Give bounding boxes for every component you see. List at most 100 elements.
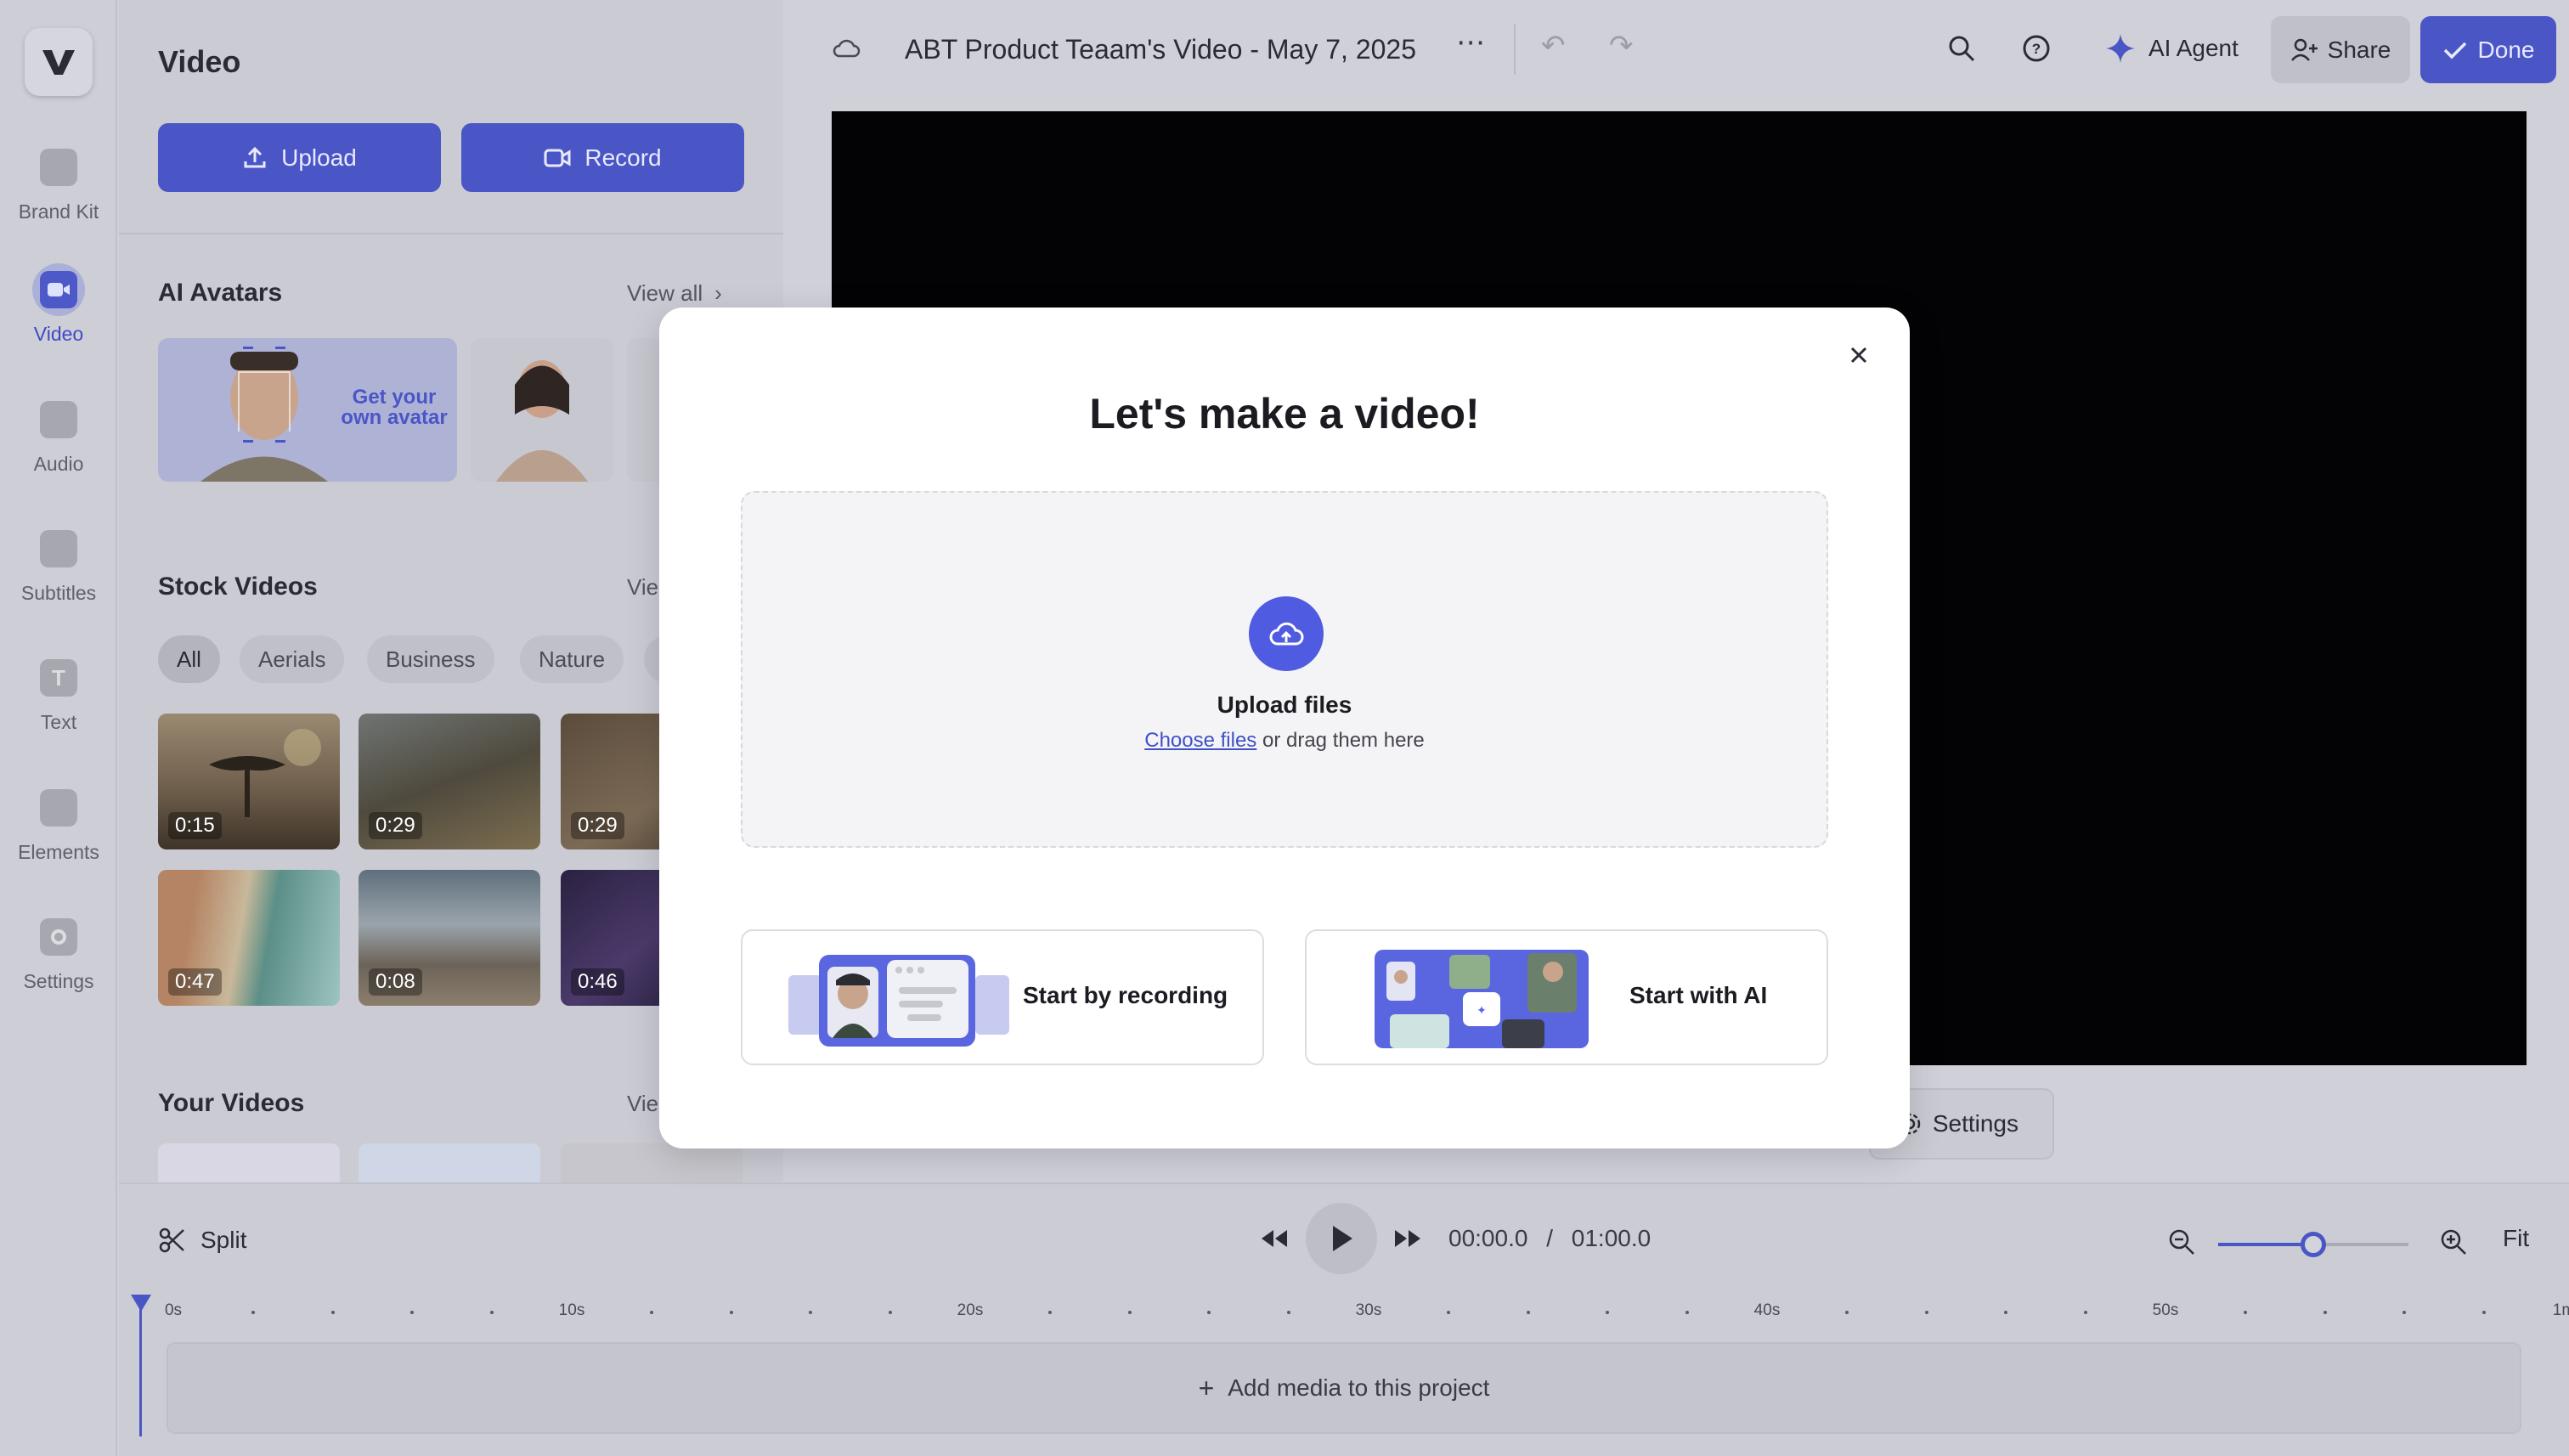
- ruler-tick-label: 50s: [2152, 1301, 2179, 1319]
- video-icon: [40, 271, 77, 308]
- add-user-icon: [2290, 38, 2318, 61]
- ruler-tick-dot: [2084, 1311, 2088, 1314]
- ruler-tick-dot: [1526, 1311, 1530, 1314]
- split-button[interactable]: Split: [158, 1227, 246, 1254]
- your-video-thumb[interactable]: [359, 1143, 540, 1182]
- playhead[interactable]: [139, 1307, 142, 1436]
- ruler-tick-dot: [1287, 1311, 1291, 1314]
- avatar-card[interactable]: [471, 338, 613, 482]
- ruler-tick-dot: [649, 1311, 653, 1314]
- upload-files-title: Upload files: [1217, 691, 1352, 718]
- share-label: Share: [2327, 36, 2391, 63]
- toolbar-separator: [1514, 24, 1516, 75]
- search-icon[interactable]: [1947, 34, 1976, 63]
- zoom-slider[interactable]: [2218, 1232, 2408, 1257]
- ai-agent-button[interactable]: AI Agent: [2104, 32, 2239, 65]
- zoom-slider-handle[interactable]: [2301, 1232, 2326, 1257]
- zoom-in-icon[interactable]: [2440, 1228, 2467, 1256]
- upload-button[interactable]: Upload: [158, 123, 441, 192]
- make-video-modal: Let's make a video! Upload files Choose …: [659, 308, 1910, 1148]
- panel-title: Video: [158, 44, 241, 79]
- fast-forward-icon[interactable]: [1393, 1227, 1422, 1250]
- help-icon[interactable]: ?: [2022, 34, 2051, 63]
- rail-label-text: Text: [40, 711, 77, 733]
- play-button[interactable]: [1306, 1203, 1377, 1274]
- rail-item-video[interactable]: Video: [0, 263, 117, 346]
- ruler-tick-dot: [2243, 1311, 2247, 1314]
- ruler-tick-dot: [490, 1311, 494, 1314]
- your-videos-view-all[interactable]: Vie: [627, 1091, 658, 1117]
- video-duration: 0:29: [369, 812, 422, 839]
- upload-cloud-button[interactable]: [1249, 596, 1324, 671]
- ruler-tick-dot: [1127, 1311, 1132, 1314]
- close-icon: [1850, 347, 1867, 364]
- app-logo[interactable]: [25, 28, 93, 96]
- cloud-saved-icon[interactable]: [832, 36, 861, 59]
- sparkle-icon: [2106, 34, 2135, 63]
- brand-kit-icon: [40, 149, 77, 186]
- your-videos-title: Your Videos: [158, 1089, 305, 1117]
- rail-item-text[interactable]: T Text: [0, 652, 117, 734]
- chip-nature[interactable]: Nature: [520, 635, 624, 683]
- stock-video-thumb[interactable]: 0:47: [158, 870, 340, 1006]
- close-modal-button[interactable]: [1842, 338, 1876, 372]
- redo-icon[interactable]: ↷: [1609, 29, 1634, 63]
- ruler-tick-dot: [2402, 1311, 2407, 1314]
- drag-text: or drag them here: [1262, 729, 1425, 752]
- upload-instructions: Choose files or drag them here: [742, 729, 1827, 753]
- your-video-thumb[interactable]: [561, 1143, 742, 1182]
- avatar-face-image: [200, 347, 328, 482]
- ai-avatars-view-all[interactable]: View all ›: [627, 280, 722, 307]
- ruler-tick-dot: [1207, 1311, 1211, 1314]
- rail-label-video: Video: [33, 323, 84, 345]
- modal-title: Let's make a video!: [1089, 390, 1480, 437]
- split-label: Split: [200, 1227, 247, 1253]
- ruler-tick-label: 10s: [558, 1301, 585, 1319]
- choose-files-link[interactable]: Choose files: [1144, 729, 1256, 752]
- start-with-ai-card[interactable]: ✦ Start with AI: [1305, 929, 1828, 1065]
- rail-item-audio[interactable]: Audio: [0, 393, 117, 476]
- music-note-icon: [40, 401, 77, 438]
- fit-button[interactable]: Fit: [2503, 1225, 2529, 1252]
- your-video-thumb[interactable]: [158, 1143, 340, 1182]
- video-duration: 0:47: [168, 968, 222, 996]
- zoom-out-icon[interactable]: [2168, 1228, 2195, 1256]
- settings-icon: [40, 918, 77, 956]
- rail-item-elements[interactable]: Elements: [0, 782, 117, 864]
- ai-illustration: ✦: [1375, 950, 1589, 1048]
- add-media-track[interactable]: + Add media to this project: [167, 1342, 2521, 1434]
- start-recording-card[interactable]: Start by recording: [741, 929, 1264, 1065]
- record-button[interactable]: Record: [461, 123, 744, 192]
- ruler-tick-dot: [1606, 1311, 1610, 1314]
- more-options-icon[interactable]: ⋯: [1456, 25, 1487, 59]
- stock-video-thumb[interactable]: 0:15: [158, 714, 340, 849]
- get-avatar-card[interactable]: Get your own avatar: [158, 338, 457, 482]
- svg-text:?: ?: [2032, 41, 2041, 57]
- stock-video-thumb[interactable]: 0:29: [359, 714, 540, 849]
- ruler-tick-label: 1m: [2552, 1301, 2569, 1319]
- undo-icon[interactable]: ↶: [1541, 29, 1566, 63]
- timeline-ruler[interactable]: 0s 10s 20s 30s 40s 50s 1m: [136, 1301, 2569, 1327]
- upload-dropzone[interactable]: Upload files Choose files or drag them h…: [741, 491, 1828, 848]
- stock-videos-view-all[interactable]: Vie: [627, 574, 658, 601]
- rail-item-brand-kit[interactable]: Brand Kit: [0, 141, 117, 223]
- chip-business[interactable]: Business: [367, 635, 494, 683]
- share-button[interactable]: Share: [2271, 16, 2410, 83]
- ruler-tick-label: 0s: [164, 1301, 183, 1319]
- stock-video-thumb[interactable]: 0:08: [359, 870, 540, 1006]
- rewind-icon[interactable]: [1260, 1227, 1289, 1250]
- ruler-tick-dot: [2323, 1311, 2327, 1314]
- cloud-upload-icon: [1269, 622, 1304, 646]
- chip-all[interactable]: All: [158, 635, 220, 683]
- rail-item-settings[interactable]: Settings: [0, 911, 117, 993]
- done-button[interactable]: Done: [2420, 16, 2556, 83]
- project-title[interactable]: ABT Product Teaam's Video - May 7, 2025: [905, 34, 1416, 65]
- time-display: 00:00.0 / 01:00.0: [1448, 1225, 1651, 1252]
- subtitles-icon: [40, 530, 77, 567]
- video-duration: 0:29: [571, 812, 624, 839]
- view-all-label: View all: [627, 280, 703, 306]
- ruler-tick-dot: [809, 1311, 813, 1314]
- rail-item-subtitles[interactable]: Subtitles: [0, 522, 117, 605]
- check-icon: [2443, 42, 2466, 59]
- chip-aerials[interactable]: Aerials: [240, 635, 345, 683]
